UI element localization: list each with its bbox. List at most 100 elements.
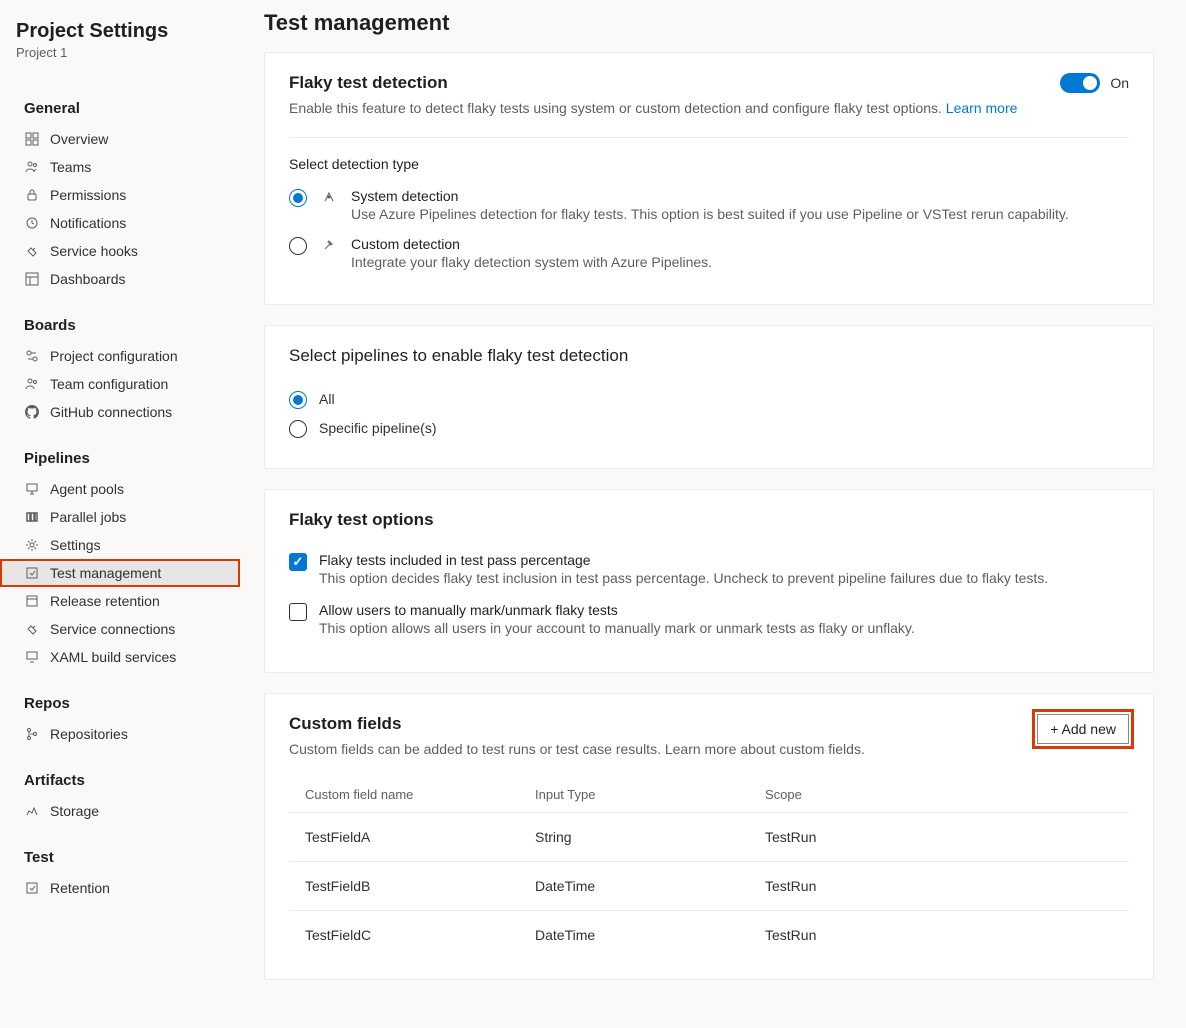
nav-label: Settings bbox=[50, 537, 101, 553]
xaml-icon bbox=[24, 649, 40, 665]
sidebar: Project Settings Project 1 General Overv… bbox=[0, 0, 240, 1028]
github-icon bbox=[24, 404, 40, 420]
parallel-jobs-icon bbox=[24, 509, 40, 525]
radio-specific[interactable] bbox=[289, 420, 307, 438]
nav-section-test: Test Retention bbox=[0, 841, 240, 902]
project-config-icon bbox=[24, 348, 40, 364]
sidebar-header: Project Settings Project 1 bbox=[0, 16, 240, 76]
radio-custom[interactable] bbox=[289, 237, 307, 255]
team-config-icon bbox=[24, 376, 40, 392]
pipelines-card: Select pipelines to enable flaky test de… bbox=[264, 325, 1154, 469]
check-desc: This option decides flaky test inclusion… bbox=[319, 570, 1129, 586]
overview-icon bbox=[24, 131, 40, 147]
nav-label: Storage bbox=[50, 803, 99, 819]
nav-item-settings[interactable]: Settings bbox=[0, 531, 240, 559]
radio-system-detection: System detection Use Azure Pipelines det… bbox=[289, 188, 1129, 222]
nav-label: Overview bbox=[50, 131, 108, 147]
release-retention-icon bbox=[24, 593, 40, 609]
table-row[interactable]: TestFieldB DateTime TestRun bbox=[289, 861, 1129, 910]
nav-section-title: Artifacts bbox=[0, 764, 240, 797]
nav-label: Permissions bbox=[50, 187, 126, 203]
radio-content: System detection Use Azure Pipelines det… bbox=[351, 188, 1129, 222]
radio-specific-pipelines: Specific pipeline(s) bbox=[289, 419, 1129, 438]
nav-item-project-config[interactable]: Project configuration bbox=[0, 342, 240, 370]
nav-section-title: General bbox=[0, 92, 240, 125]
flaky-toggle[interactable] bbox=[1060, 73, 1100, 93]
radio-label: All bbox=[319, 391, 335, 407]
cell-scope: TestRun bbox=[765, 829, 1113, 845]
nav-label: Service hooks bbox=[50, 243, 138, 259]
custom-detection-icon bbox=[321, 237, 337, 253]
nav-label: Agent pools bbox=[50, 481, 124, 497]
nav-section-title: Boards bbox=[0, 309, 240, 342]
nav-item-team-config[interactable]: Team configuration bbox=[0, 370, 240, 398]
nav-label: Release retention bbox=[50, 593, 160, 609]
checkbox-manual-mark[interactable] bbox=[289, 603, 307, 621]
cell-name: TestFieldA bbox=[305, 829, 535, 845]
table-row[interactable]: TestFieldC DateTime TestRun bbox=[289, 910, 1129, 959]
check-title: Flaky tests included in test pass percen… bbox=[319, 552, 1129, 568]
nav-label: Teams bbox=[50, 159, 91, 175]
service-hooks-icon bbox=[24, 243, 40, 259]
nav-section-general: General Overview Teams Permissions Notif… bbox=[0, 92, 240, 293]
toggle-knob bbox=[1083, 76, 1097, 90]
nav-item-notifications[interactable]: Notifications bbox=[0, 209, 240, 237]
checkbox-pass-pct[interactable] bbox=[289, 553, 307, 571]
gear-icon bbox=[24, 537, 40, 553]
cell-type: String bbox=[535, 829, 765, 845]
page-title: Test management bbox=[264, 10, 1186, 36]
nav-item-dashboards[interactable]: Dashboards bbox=[0, 265, 240, 293]
nav-item-service-hooks[interactable]: Service hooks bbox=[0, 237, 240, 265]
radio-all-pipelines: All bbox=[289, 390, 1129, 409]
nav-item-storage[interactable]: Storage bbox=[0, 797, 240, 825]
nav-label: Test management bbox=[50, 565, 161, 581]
nav-item-github[interactable]: GitHub connections bbox=[0, 398, 240, 426]
nav-label: Parallel jobs bbox=[50, 509, 126, 525]
check-manual-mark: Allow users to manually mark/unmark flak… bbox=[289, 602, 1129, 636]
table-row[interactable]: TestFieldA String TestRun bbox=[289, 812, 1129, 861]
card-desc: Custom fields can be added to test runs … bbox=[289, 740, 865, 760]
col-header-scope: Scope bbox=[765, 787, 1113, 802]
service-connections-icon bbox=[24, 621, 40, 637]
radio-desc: Integrate your flaky detection system wi… bbox=[351, 254, 1129, 270]
sidebar-subtitle: Project 1 bbox=[16, 45, 224, 60]
radio-all[interactable] bbox=[289, 391, 307, 409]
card-title: Flaky test options bbox=[289, 510, 1129, 530]
nav-item-parallel-jobs[interactable]: Parallel jobs bbox=[0, 503, 240, 531]
nav-item-service-connections[interactable]: Service connections bbox=[0, 615, 240, 643]
card-header: Flaky test detection Enable this feature… bbox=[289, 73, 1129, 119]
nav-item-teams[interactable]: Teams bbox=[0, 153, 240, 181]
nav-section-repos: Repos Repositories bbox=[0, 687, 240, 748]
divider bbox=[289, 137, 1129, 138]
card-desc-text: Enable this feature to detect flaky test… bbox=[289, 100, 946, 116]
nav-label: Repositories bbox=[50, 726, 128, 742]
nav-section-boards: Boards Project configuration Team config… bbox=[0, 309, 240, 426]
nav-item-repositories[interactable]: Repositories bbox=[0, 720, 240, 748]
nav-label: GitHub connections bbox=[50, 404, 172, 420]
custom-fields-card: Custom fields Custom fields can be added… bbox=[264, 693, 1154, 981]
nav-item-overview[interactable]: Overview bbox=[0, 125, 240, 153]
agent-pools-icon bbox=[24, 481, 40, 497]
toggle-wrap: On bbox=[1060, 73, 1129, 93]
flaky-detection-card: Flaky test detection Enable this feature… bbox=[264, 52, 1154, 305]
card-title: Flaky test detection bbox=[289, 73, 1017, 93]
cell-type: DateTime bbox=[535, 878, 765, 894]
card-title: Custom fields bbox=[289, 714, 865, 734]
learn-more-link[interactable]: Learn more bbox=[946, 100, 1018, 116]
repositories-icon bbox=[24, 726, 40, 742]
radio-system[interactable] bbox=[289, 189, 307, 207]
nav-item-xaml[interactable]: XAML build services bbox=[0, 643, 240, 671]
card-header: Custom fields Custom fields can be added… bbox=[289, 714, 1129, 760]
add-new-button[interactable]: + Add new bbox=[1037, 714, 1129, 744]
nav-item-retention[interactable]: Retention bbox=[0, 874, 240, 902]
card-title: Select pipelines to enable flaky test de… bbox=[289, 346, 1129, 366]
check-pass-percentage: Flaky tests included in test pass percen… bbox=[289, 552, 1129, 586]
nav-label: Team configuration bbox=[50, 376, 168, 392]
nav-item-test-management[interactable]: Test management bbox=[0, 559, 240, 587]
main-content: Test management Flaky test detection Ena… bbox=[240, 0, 1186, 1028]
nav-item-permissions[interactable]: Permissions bbox=[0, 181, 240, 209]
nav-item-release-retention[interactable]: Release retention bbox=[0, 587, 240, 615]
cell-scope: TestRun bbox=[765, 878, 1113, 894]
nav-item-agent-pools[interactable]: Agent pools bbox=[0, 475, 240, 503]
notifications-icon bbox=[24, 215, 40, 231]
